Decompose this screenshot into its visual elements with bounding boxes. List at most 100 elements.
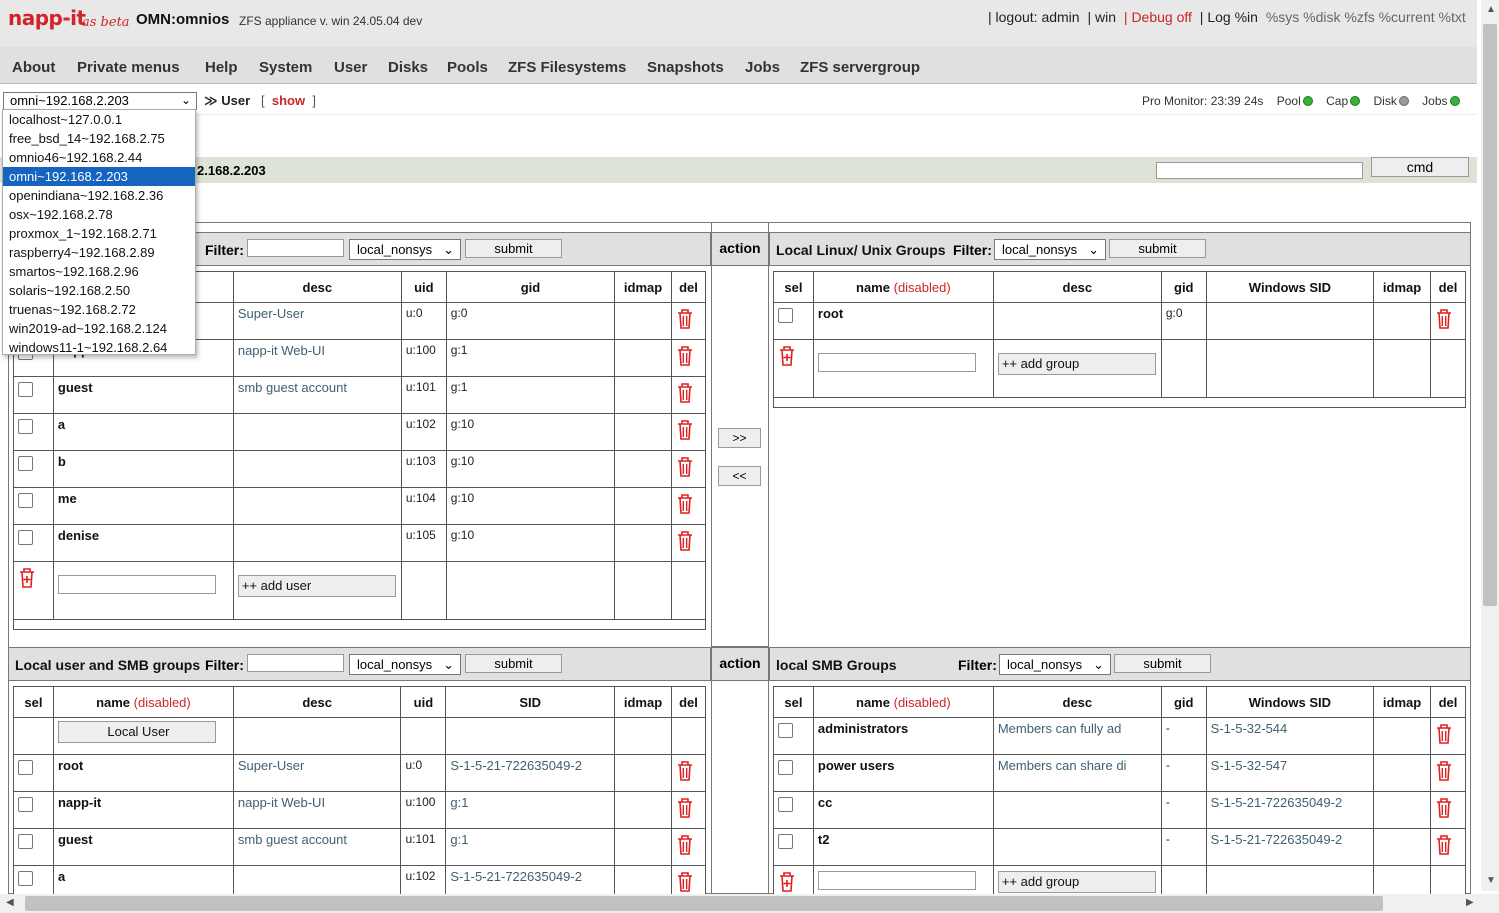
host-option[interactable]: osx~192.168.2.78: [3, 205, 195, 224]
new-group-input[interactable]: [817, 353, 976, 372]
cmd-input[interactable]: [1156, 162, 1363, 179]
filter-select[interactable]: local_nonsys ⌄: [994, 239, 1106, 260]
delete-icon[interactable]: [1435, 723, 1452, 744]
add-user-button[interactable]: ++ add user: [237, 575, 396, 597]
delete-icon[interactable]: [1435, 797, 1452, 818]
monitor-disk[interactable]: Disk: [1373, 94, 1396, 108]
row-checkbox[interactable]: [778, 834, 793, 849]
log-link[interactable]: | Log %in: [1200, 9, 1258, 25]
host-select[interactable]: omni~192.168.2.203 ⌄: [3, 92, 197, 110]
host-option-selected[interactable]: omni~192.168.2.203: [3, 167, 195, 186]
new-user-input[interactable]: [57, 575, 216, 594]
delete-icon[interactable]: [676, 382, 692, 403]
horizontal-scroll-thumb[interactable]: [25, 896, 1383, 911]
monitor-jobs[interactable]: Jobs: [1422, 94, 1447, 108]
host-option[interactable]: proxmox_1~192.168.2.71: [3, 224, 195, 243]
scroll-left-icon[interactable]: ◀: [6, 897, 14, 908]
menu-pools[interactable]: Pools: [447, 59, 488, 76]
breadcrumb-page[interactable]: User: [221, 93, 250, 108]
delete-icon[interactable]: [676, 834, 692, 855]
delete-icon[interactable]: [676, 530, 692, 551]
scroll-down-icon[interactable]: ▼: [1486, 875, 1496, 886]
delete-icon[interactable]: [676, 493, 692, 514]
row-checkbox[interactable]: [778, 797, 793, 812]
filter-select[interactable]: local_nonsys ⌄: [349, 239, 461, 260]
row-checkbox[interactable]: [18, 871, 33, 886]
show-link[interactable]: show: [272, 93, 305, 108]
debug-link[interactable]: | Debug off: [1124, 9, 1192, 25]
add-group-button[interactable]: ++ add group: [997, 353, 1156, 375]
host-option[interactable]: openindiana~192.168.2.36: [3, 186, 195, 205]
scroll-up-icon[interactable]: ▲: [1486, 4, 1496, 15]
delete-icon[interactable]: [1435, 834, 1452, 855]
delete-icon[interactable]: [1435, 760, 1452, 781]
menu-user[interactable]: User: [334, 59, 367, 76]
delete-icon[interactable]: [676, 871, 692, 892]
trash-add-icon[interactable]: [18, 567, 34, 588]
local-user-button[interactable]: Local User: [57, 721, 216, 743]
monitor-cap[interactable]: Cap: [1326, 94, 1348, 108]
menu-system[interactable]: System: [259, 59, 312, 76]
row-checkbox[interactable]: [778, 308, 793, 323]
delete-icon[interactable]: [676, 345, 692, 366]
row-checkbox[interactable]: [18, 797, 33, 812]
move-left-button[interactable]: <<: [718, 466, 761, 486]
move-right-button[interactable]: >>: [718, 428, 761, 448]
menu-help[interactable]: Help: [205, 59, 238, 76]
host-option[interactable]: omnio46~192.168.2.44: [3, 148, 195, 167]
trash-add-icon[interactable]: [778, 871, 794, 892]
menu-private-menus[interactable]: Private menus: [77, 59, 180, 76]
host-option[interactable]: free_bsd_14~192.168.2.75: [3, 129, 195, 148]
filter-select[interactable]: local_nonsys ⌄: [999, 654, 1111, 675]
menu-disks[interactable]: Disks: [388, 59, 428, 76]
delete-icon[interactable]: [1435, 308, 1451, 329]
logout-link[interactable]: | logout: admin: [988, 9, 1080, 25]
row-checkbox[interactable]: [18, 419, 33, 434]
row-checkbox[interactable]: [18, 834, 33, 849]
delete-icon[interactable]: [676, 797, 692, 818]
filter-select[interactable]: local_nonsys ⌄: [349, 654, 461, 675]
new-group-input[interactable]: [817, 871, 976, 890]
row-checkbox[interactable]: [18, 530, 33, 545]
cmd-button[interactable]: cmd: [1371, 157, 1469, 177]
menu-snapshots[interactable]: Snapshots: [647, 59, 724, 76]
menu-about[interactable]: About: [12, 59, 55, 76]
row-checkbox[interactable]: [18, 456, 33, 471]
delete-icon[interactable]: [676, 308, 692, 329]
row-checkbox[interactable]: [18, 382, 33, 397]
vertical-scroll-thumb[interactable]: [1483, 24, 1497, 606]
row-checkbox[interactable]: [18, 493, 33, 508]
trash-add-icon[interactable]: [778, 345, 794, 366]
host-option[interactable]: win2019-ad~192.168.2.124: [3, 319, 195, 338]
submit-button[interactable]: submit: [1109, 239, 1206, 258]
host-option[interactable]: raspberry4~192.168.2.89: [3, 243, 195, 262]
host-option[interactable]: truenas~192.168.2.72: [3, 300, 195, 319]
row-checkbox[interactable]: [778, 760, 793, 775]
scroll-right-icon[interactable]: ▶: [1466, 897, 1474, 908]
col-gid: gid: [1160, 271, 1207, 303]
delete-icon[interactable]: [676, 760, 692, 781]
row-checkbox[interactable]: [18, 760, 33, 775]
menu-zfs-filesystems[interactable]: ZFS Filesystems: [508, 59, 626, 76]
host-option[interactable]: windows11-1~192.168.2.64: [3, 338, 195, 357]
napp-it-logo[interactable]: napp-it: [8, 6, 86, 30]
submit-button[interactable]: submit: [465, 654, 562, 673]
host-option[interactable]: solaris~192.168.2.50: [3, 281, 195, 300]
filter-input[interactable]: [247, 654, 344, 672]
add-group-row: ++ add group: [773, 339, 1466, 398]
col-winsid: Windows SID: [1205, 686, 1375, 718]
stats-links[interactable]: %sys %disk %zfs %current %txt: [1266, 9, 1466, 25]
win-link[interactable]: | win: [1087, 9, 1116, 25]
delete-icon[interactable]: [676, 419, 692, 440]
row-checkbox[interactable]: [778, 723, 793, 738]
host-option[interactable]: localhost~127.0.0.1: [3, 110, 195, 129]
filter-input[interactable]: [247, 239, 344, 257]
monitor-pool[interactable]: Pool: [1277, 94, 1301, 108]
delete-icon[interactable]: [676, 456, 692, 477]
menu-zfs-servergroup[interactable]: ZFS servergroup: [800, 59, 920, 76]
add-group-button[interactable]: ++ add group: [997, 871, 1156, 893]
host-option[interactable]: smartos~192.168.2.96: [3, 262, 195, 281]
menu-jobs[interactable]: Jobs: [745, 59, 780, 76]
submit-button[interactable]: submit: [465, 239, 562, 258]
submit-button[interactable]: submit: [1114, 654, 1211, 673]
